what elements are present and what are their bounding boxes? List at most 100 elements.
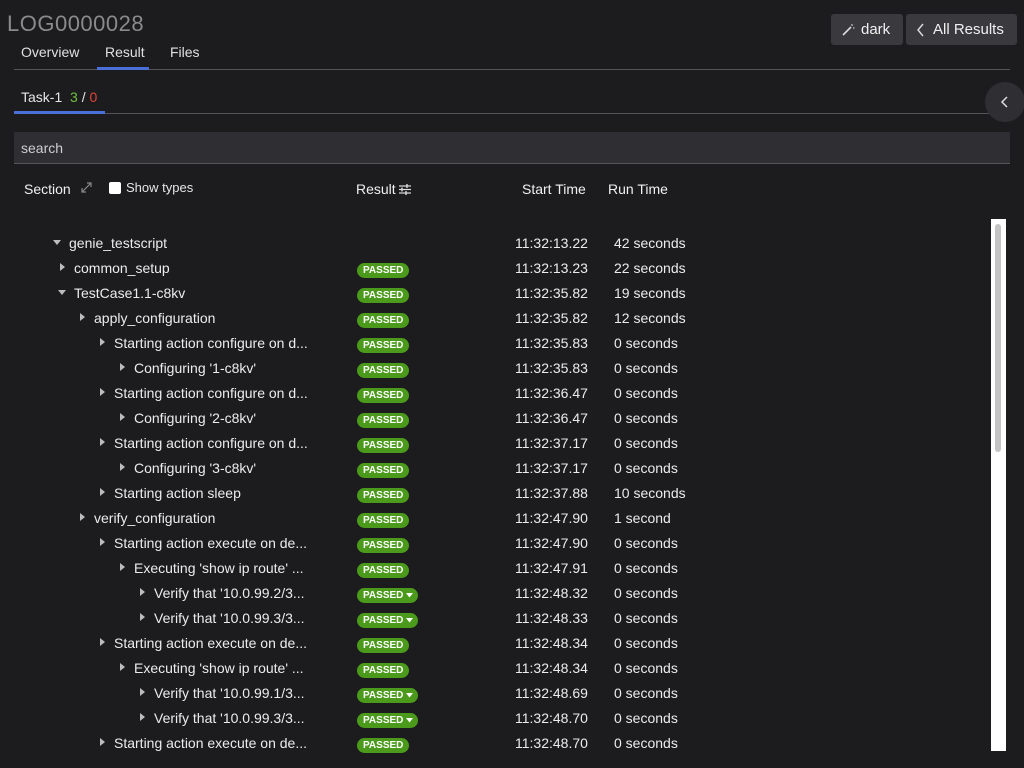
caret-right-icon[interactable] [117, 412, 127, 422]
table-row[interactable]: Verify that '10.0.99.3/3... PASSED 11:32:4… [0, 706, 990, 731]
status-badge: PASSED [357, 638, 410, 653]
caret-right-icon[interactable] [97, 437, 107, 447]
status-badge-label: PASSED [363, 440, 404, 451]
caret-right-icon[interactable] [117, 462, 127, 472]
table-row[interactable]: Starting action configure on d... PASSED 1… [0, 381, 990, 406]
table-row[interactable]: Starting action sleep PASSED 11:32:37.88 10… [0, 481, 990, 506]
table-row[interactable]: Verify that '10.0.99.3/3... PASSED 11:32:4… [0, 606, 990, 631]
theme-toggle-button[interactable]: dark [831, 14, 903, 45]
theme-label: dark [861, 21, 891, 38]
status-badge[interactable]: PASSED [357, 588, 419, 603]
filter-sliders-icon[interactable] [399, 184, 411, 195]
caret-right-icon[interactable] [137, 687, 147, 697]
row-section-name: Configuring '2-c8kv' [134, 410, 257, 426]
row-run-time: 0 seconds [614, 560, 678, 576]
caret-right-icon[interactable] [97, 537, 107, 547]
status-badge: PASSED [357, 363, 410, 378]
tab-files[interactable]: Files [170, 44, 200, 60]
caret-right-icon[interactable] [117, 562, 127, 572]
status-badge[interactable]: PASSED [357, 688, 419, 703]
table-row[interactable]: Starting action configure on d... PASSED 1… [0, 331, 990, 356]
row-run-time: 0 seconds [614, 585, 678, 601]
caret-right-icon[interactable] [117, 662, 127, 672]
caret-right-icon[interactable] [97, 387, 107, 397]
chevron-left-icon [917, 23, 924, 36]
caret-right-icon[interactable] [137, 712, 147, 722]
row-run-time: 0 seconds [614, 535, 678, 551]
table-row[interactable]: Starting action configure on d... PASSED 1… [0, 431, 990, 456]
row-start-time: 11:32:47.91 [515, 560, 588, 576]
caret-right-icon[interactable] [97, 637, 107, 647]
caret-right-icon[interactable] [97, 337, 107, 347]
collapse-panel-button[interactable] [985, 82, 1024, 122]
caret-right-icon[interactable] [77, 312, 87, 322]
status-badge: PASSED [357, 263, 410, 278]
row-run-time: 0 seconds [614, 385, 678, 401]
caret-right-icon[interactable] [97, 737, 107, 747]
table-row[interactable]: verify_configuration PASSED 11:32:47.90 1 s… [0, 506, 990, 531]
table-row[interactable]: Starting action execute on de... PASSED 11… [0, 731, 990, 756]
show-types-checkbox[interactable] [109, 182, 121, 194]
row-section-name: Configuring '1-c8kv' [134, 360, 257, 376]
row-start-time: 11:32:13.23 [515, 260, 588, 276]
status-badge[interactable]: PASSED [357, 713, 419, 728]
status-badge: PASSED [357, 563, 410, 578]
status-badge-label: PASSED [363, 465, 404, 476]
search-input[interactable] [14, 132, 1010, 164]
status-badge-label: PASSED [363, 640, 404, 651]
row-section-name: Starting action execute on de... [114, 535, 308, 551]
table-row[interactable]: Starting action execute on de... PASSED 11… [0, 631, 990, 656]
run-time-column-header: Run Time [608, 181, 668, 197]
caret-right-icon[interactable] [77, 512, 87, 522]
table-row[interactable]: Configuring '3-c8kv' PASSED 11:32:37.17 0 s… [0, 456, 990, 481]
status-badge-label: PASSED [363, 565, 404, 576]
status-badge-label: PASSED [363, 490, 404, 501]
caret-right-icon[interactable] [57, 262, 67, 272]
status-badge-label: PASSED [363, 365, 404, 376]
caret-down-icon[interactable] [52, 237, 62, 247]
table-row[interactable]: common_setup PASSED 11:32:13.23 22 seconds [0, 256, 990, 281]
row-section-name: Executing 'show ip route' ... [134, 560, 304, 576]
start-time-column-header: Start Time [522, 181, 586, 197]
scrollbar-thumb[interactable] [995, 224, 1001, 452]
caret-right-icon[interactable] [137, 587, 147, 597]
status-badge[interactable]: PASSED [357, 613, 419, 628]
tabs-divider [14, 69, 1010, 70]
table-row[interactable]: Configuring '1-c8kv' PASSED 11:32:35.83 0 s… [0, 356, 990, 381]
status-badge: PASSED [357, 513, 410, 528]
row-section-name: apply_configuration [94, 310, 216, 326]
status-badge-label: PASSED [363, 665, 404, 676]
all-results-button[interactable]: All Results [906, 14, 1017, 45]
row-start-time: 11:32:37.88 [515, 485, 588, 501]
row-start-time: 11:32:48.70 [515, 735, 588, 751]
table-row[interactable]: genie_testscript 11:32:13.22 42 seconds [0, 231, 990, 256]
table-row[interactable]: apply_configuration PASSED 11:32:35.82 12 s… [0, 306, 990, 331]
chevron-down-icon [406, 718, 414, 723]
row-run-time: 0 seconds [614, 460, 678, 476]
all-results-label: All Results [933, 21, 1004, 38]
row-run-time: 0 seconds [614, 685, 678, 701]
status-badge-label: PASSED [363, 340, 404, 351]
task-tab[interactable]: Task-1 3 / 0 [21, 89, 97, 105]
tab-overview[interactable]: Overview [21, 44, 79, 60]
caret-down-icon[interactable] [57, 287, 67, 297]
chevron-down-icon [406, 593, 414, 598]
status-badge: PASSED [357, 538, 410, 553]
row-start-time: 11:32:36.47 [515, 385, 588, 401]
status-badge: PASSED [357, 288, 410, 303]
table-row[interactable]: TestCase1.1-c8kv PASSED 11:32:35.82 19 seco… [0, 281, 990, 306]
table-row[interactable]: Executing 'show ip route' ... PASSED 11:32… [0, 556, 990, 581]
tab-result[interactable]: Result [105, 44, 145, 60]
caret-right-icon[interactable] [97, 487, 107, 497]
table-row[interactable]: Executing 'show ip route' ... PASSED 11:32… [0, 656, 990, 681]
row-section-name: common_setup [74, 260, 170, 276]
table-row[interactable]: Configuring '2-c8kv' PASSED 11:32:36.47 0 s… [0, 406, 990, 431]
table-row[interactable]: Starting action execute on de... PASSED 11… [0, 531, 990, 556]
caret-right-icon[interactable] [117, 362, 127, 372]
caret-right-icon[interactable] [137, 612, 147, 622]
expand-all-icon[interactable] [80, 181, 93, 194]
row-start-time: 11:32:48.69 [515, 685, 588, 701]
status-badge-label: PASSED [363, 315, 404, 326]
table-row[interactable]: Verify that '10.0.99.2/3... PASSED 11:32:4… [0, 581, 990, 606]
table-row[interactable]: Verify that '10.0.99.1/3... PASSED 11:32:4… [0, 681, 990, 706]
